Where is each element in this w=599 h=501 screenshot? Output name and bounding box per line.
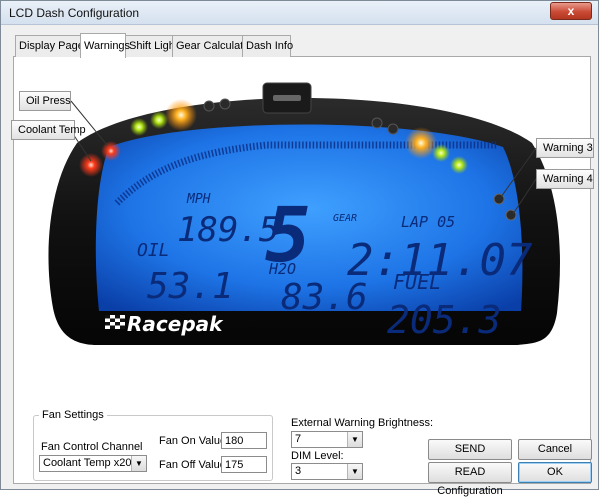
oil-press-label: Oil Press — [26, 95, 71, 107]
warning-3-label: Warning 3 — [543, 142, 593, 154]
warning-3-button[interactable]: Warning 3 — [536, 138, 594, 158]
lcd-dash-configuration-window: LCD Dash Configuration x Display Pages W… — [0, 0, 599, 497]
callout-lines — [70, 100, 537, 215]
coolant-temp-warning-button[interactable]: Coolant Temp — [11, 120, 86, 140]
warning-4-button[interactable]: Warning 4 — [536, 169, 594, 189]
oil-press-warning-button[interactable]: Oil Press — [19, 91, 71, 111]
coolant-temp-label: Coolant Temp — [18, 124, 86, 136]
warning-4-label: Warning 4 — [543, 173, 593, 185]
